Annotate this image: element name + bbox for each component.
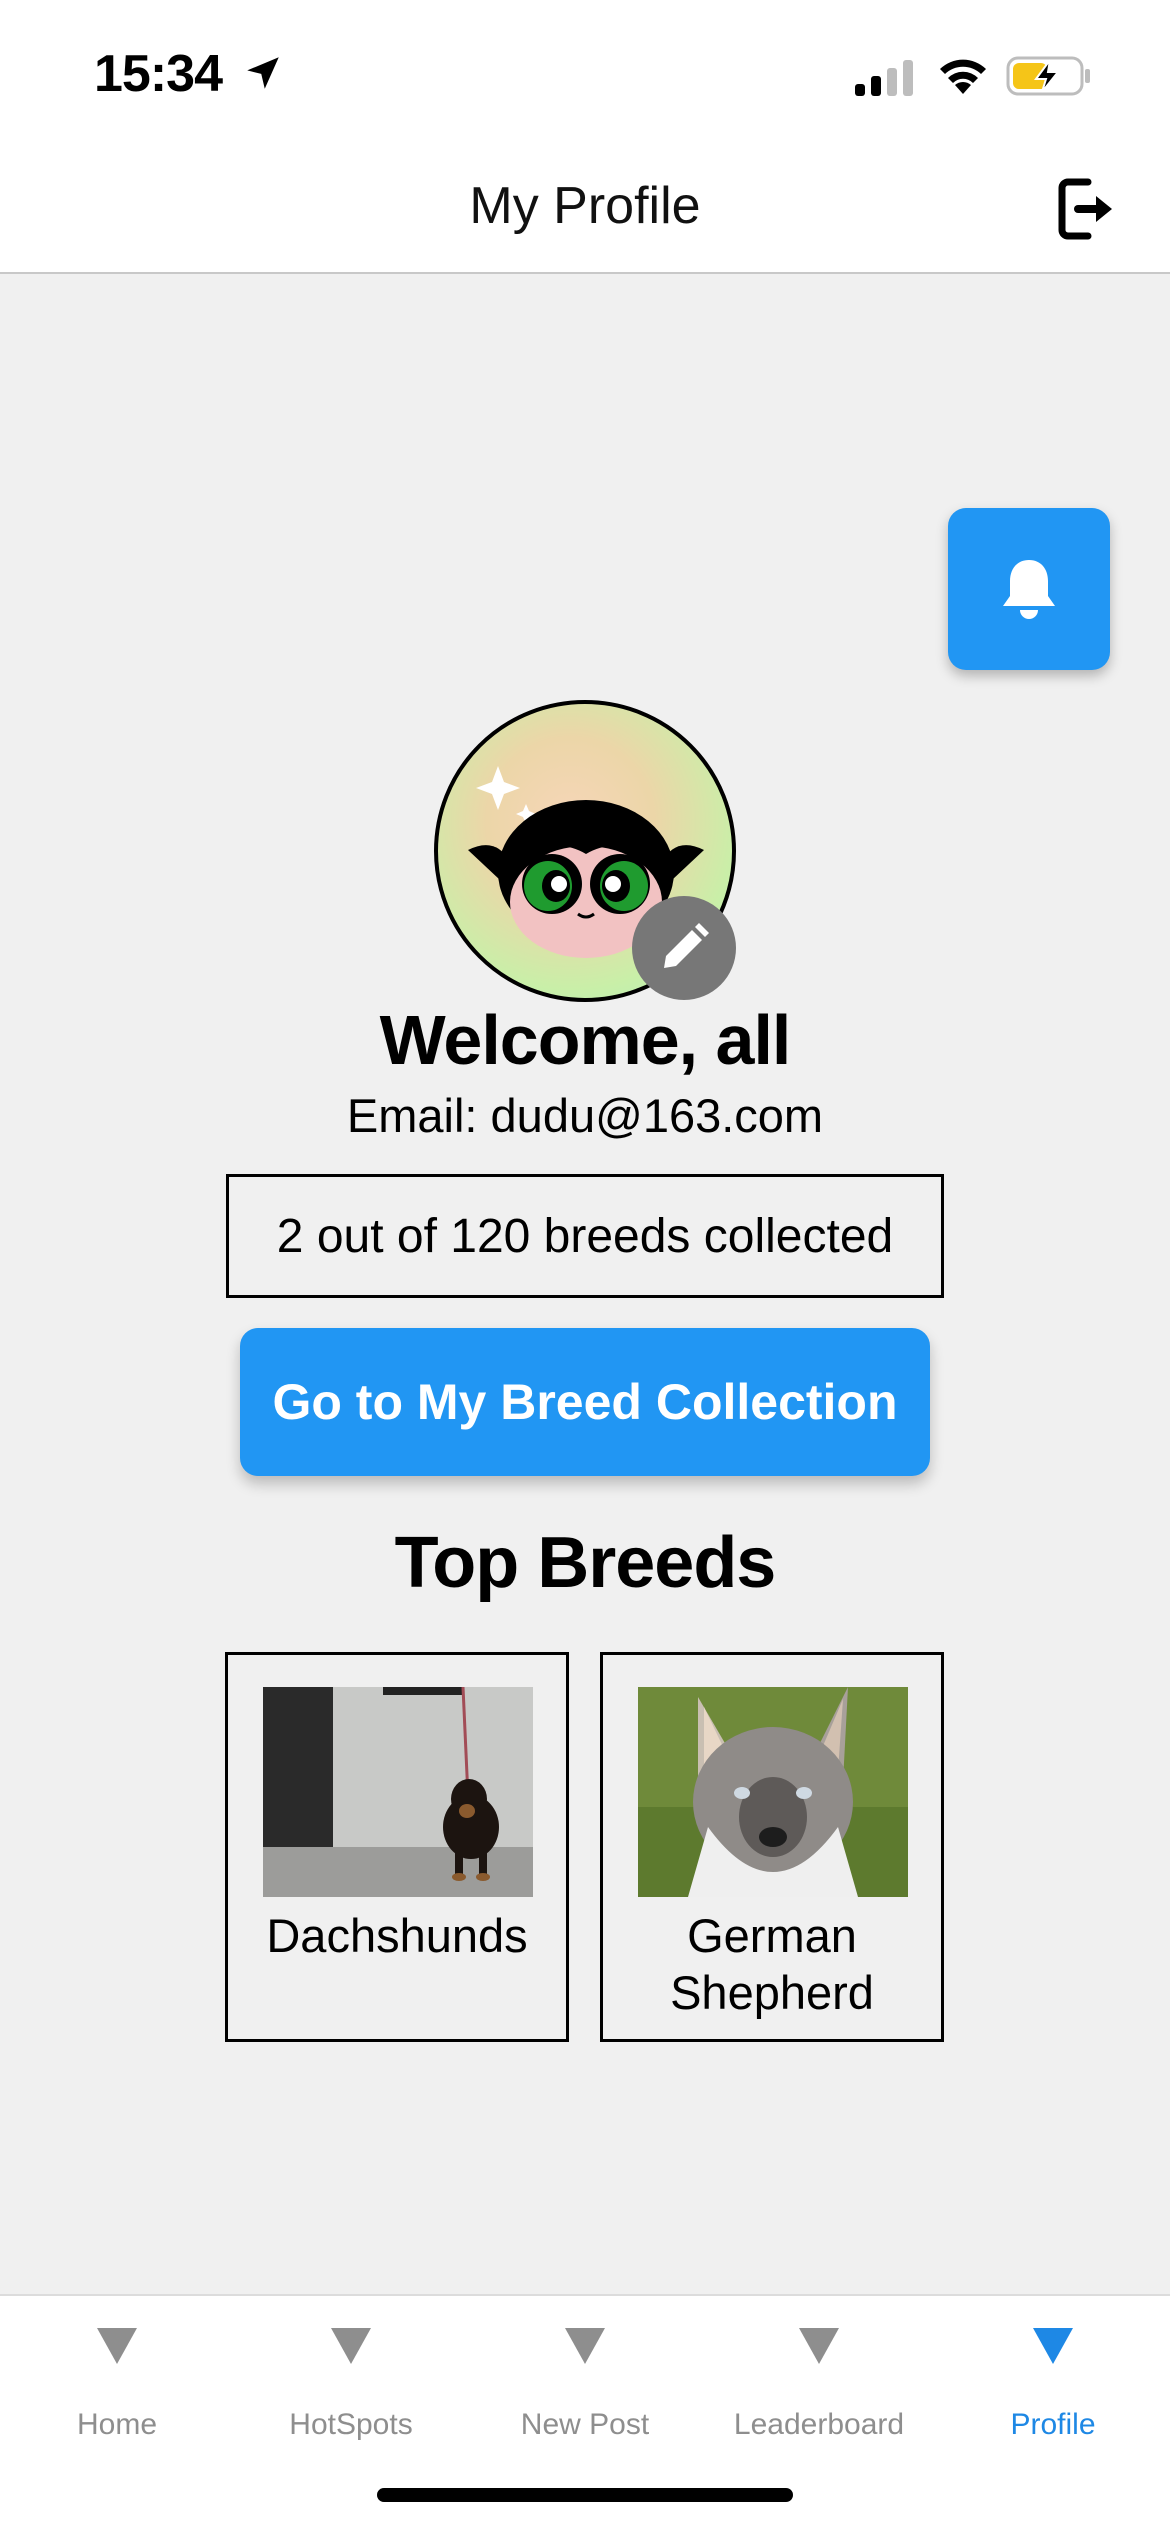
breed-collection-button[interactable]: Go to My Breed Collection xyxy=(240,1328,930,1476)
tab-hotspots[interactable]: HotSpots xyxy=(234,2296,468,2466)
tab-label: Profile xyxy=(1010,2408,1096,2441)
tab-leaderboard[interactable]: Leaderboard xyxy=(702,2296,936,2466)
bell-icon xyxy=(1003,560,1055,619)
tab-new-post[interactable]: New Post xyxy=(468,2296,702,2466)
header: My Profile xyxy=(0,150,1170,274)
location-arrow-icon xyxy=(247,57,279,89)
triangle-down-icon xyxy=(799,2328,839,2364)
tab-home[interactable]: Home xyxy=(0,2296,234,2466)
breeds-collected-text: 2 out of 120 breeds collected xyxy=(276,1209,894,1263)
breed-card-dachshunds[interactable]: Dachshunds xyxy=(225,1652,569,2042)
breed-image-dachshunds xyxy=(263,1687,533,1897)
welcome-heading: Welcome, all xyxy=(379,1001,792,1079)
breed-name: German Shepherd xyxy=(670,1909,874,2019)
status-bar: 15:34 xyxy=(0,0,1170,150)
tab-label: Leaderboard xyxy=(733,2408,905,2441)
battery-charging-icon xyxy=(1006,56,1090,96)
status-time: 15:34 xyxy=(94,45,223,103)
tab-label: Home xyxy=(76,2408,158,2441)
breed-name: Dachshunds xyxy=(266,1909,528,1962)
home-indicator xyxy=(377,2488,793,2502)
edit-avatar-button[interactable] xyxy=(632,896,736,1000)
wifi-icon xyxy=(940,59,986,94)
triangle-down-icon xyxy=(331,2328,371,2364)
tab-label: HotSpots xyxy=(289,2408,413,2441)
breed-card-german-shepherd[interactable]: German Shepherd xyxy=(600,1652,944,2042)
triangle-down-icon xyxy=(1033,2328,1073,2364)
logout-icon xyxy=(1058,178,1112,240)
page-title: My Profile xyxy=(469,177,701,235)
triangle-down-icon xyxy=(97,2328,137,2364)
email-text: Email: dudu@163.com xyxy=(346,1089,824,1142)
pencil-icon xyxy=(664,923,709,968)
tab-profile[interactable]: Profile xyxy=(936,2296,1170,2466)
triangle-down-icon xyxy=(565,2328,605,2364)
cellular-signal-icon xyxy=(855,60,913,96)
notifications-button[interactable] xyxy=(948,508,1110,670)
top-breeds-title: Top Breeds xyxy=(394,1523,777,1603)
breeds-collected-summary: 2 out of 120 breeds collected xyxy=(226,1174,944,1298)
tab-label: New Post xyxy=(520,2408,650,2441)
logout-button[interactable] xyxy=(1052,170,1122,248)
breed-image-german-shepherd xyxy=(638,1687,908,1897)
